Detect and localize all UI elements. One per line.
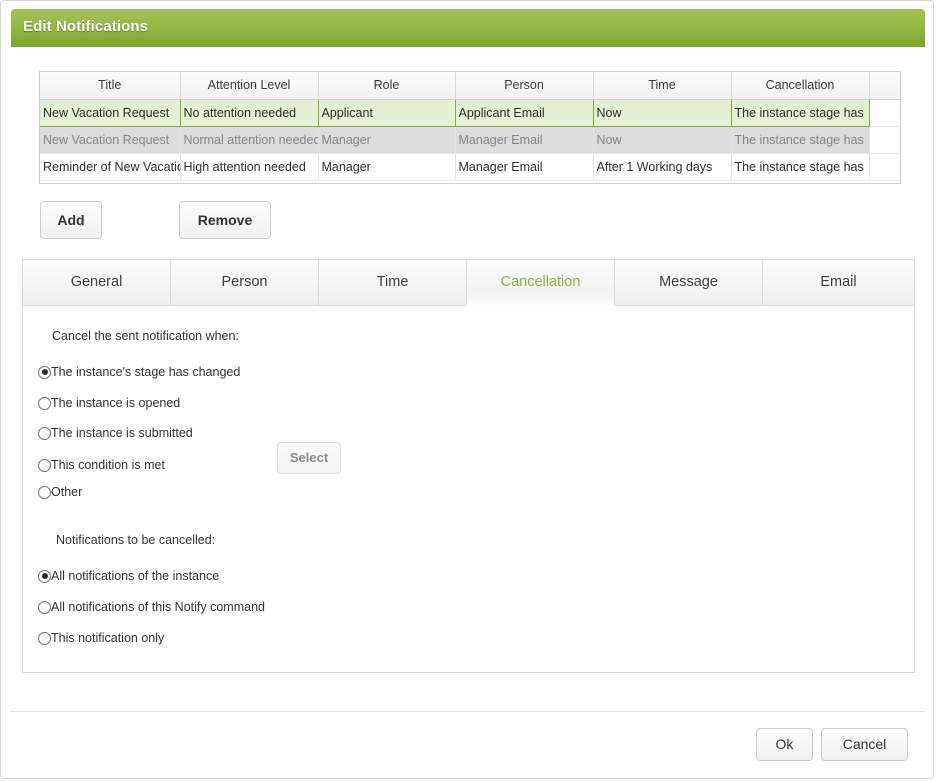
cell-attention-level[interactable]: No attention needed: [180, 98, 319, 127]
ok-button[interactable]: Ok: [756, 728, 813, 761]
radio-row-all-instance[interactable]: All notifications of the instance: [38, 569, 219, 583]
grid-header-row: Title Attention Level Role Person Time C…: [40, 72, 900, 100]
remove-button[interactable]: Remove: [179, 201, 271, 239]
add-button[interactable]: Add: [40, 201, 102, 239]
cell-time[interactable]: Now: [593, 126, 732, 154]
cell-role[interactable]: Manager: [318, 126, 456, 154]
grid-col-role[interactable]: Role: [318, 72, 456, 100]
cell-time[interactable]: After 1 Working days: [593, 153, 732, 181]
tab-general[interactable]: General: [22, 259, 171, 306]
grid-col-time[interactable]: Time: [593, 72, 732, 100]
cancel-button[interactable]: Cancel: [821, 728, 908, 761]
cancellation-panel: Cancel the sent notification when: The i…: [22, 305, 915, 673]
radio-this-notification-only[interactable]: [38, 631, 51, 645]
radio-label-other[interactable]: Other: [51, 485, 82, 499]
grid-col-cancellation[interactable]: Cancellation: [731, 72, 870, 100]
cell-blank: [869, 99, 900, 127]
cell-person[interactable]: Applicant Email: [455, 98, 594, 127]
radio-instance-submitted[interactable]: [38, 426, 51, 440]
radio-row-condition-met[interactable]: This condition is met: [38, 458, 165, 472]
cell-blank: [869, 153, 900, 181]
radio-label-instance-submitted[interactable]: The instance is submitted: [51, 426, 193, 440]
radio-row-instance-opened[interactable]: The instance is opened: [38, 396, 180, 410]
grid-col-person[interactable]: Person: [455, 72, 594, 100]
tab-time[interactable]: Time: [318, 259, 467, 306]
cell-title[interactable]: New Vacation Request: [40, 98, 181, 127]
tab-message[interactable]: Message: [614, 259, 763, 306]
grid-col-blank: [869, 72, 900, 100]
grid-col-title[interactable]: Title: [40, 72, 181, 100]
radio-condition-met[interactable]: [38, 458, 51, 472]
radio-label-stage-changed[interactable]: The instance's stage has changed: [51, 365, 240, 379]
grid-col-attention-level[interactable]: Attention Level: [180, 72, 319, 100]
radio-label-instance-opened[interactable]: The instance is opened: [51, 396, 180, 410]
cell-person[interactable]: Manager Email: [455, 126, 594, 154]
cell-cancellation[interactable]: The instance stage has: [731, 98, 870, 127]
tab-email[interactable]: Email: [762, 259, 915, 306]
radio-label-condition-met[interactable]: This condition is met: [51, 458, 165, 472]
dialog-title: Edit Notifications: [23, 18, 149, 35]
cell-attention-level[interactable]: High attention needed: [180, 153, 319, 181]
footer-divider: [10, 711, 925, 712]
table-row[interactable]: New Vacation Request No attention needed…: [40, 98, 900, 127]
cell-title[interactable]: Reminder of New Vacation: [40, 153, 181, 181]
radio-all-notifications-notify-command[interactable]: [38, 600, 51, 614]
radio-stage-changed[interactable]: [38, 365, 51, 379]
cell-blank: [869, 126, 900, 154]
radio-label-this-notification-only[interactable]: This notification only: [51, 631, 164, 645]
radio-row-instance-submitted[interactable]: The instance is submitted: [38, 426, 193, 440]
radio-all-notifications-instance[interactable]: [38, 569, 51, 583]
cell-cancellation[interactable]: The instance stage has: [731, 126, 870, 154]
notifications-grid[interactable]: Title Attention Level Role Person Time C…: [39, 71, 901, 184]
radio-row-all-notify-command[interactable]: All notifications of this Notify command: [38, 600, 265, 614]
radio-instance-opened[interactable]: [38, 396, 51, 410]
tab-cancellation[interactable]: Cancellation: [466, 259, 615, 306]
cell-role[interactable]: Manager: [318, 153, 456, 181]
edit-notifications-dialog: Edit Notifications Title Attention Level…: [0, 0, 934, 779]
cell-attention-level[interactable]: Normal attention needed: [180, 126, 319, 154]
cell-role[interactable]: Applicant: [318, 98, 456, 127]
cell-time[interactable]: Now: [593, 98, 732, 127]
radio-other[interactable]: [38, 485, 51, 499]
cell-person[interactable]: Manager Email: [455, 153, 594, 181]
radio-row-stage-changed[interactable]: The instance's stage has changed: [38, 365, 240, 379]
radio-label-all-notifications-instance[interactable]: All notifications of the instance: [51, 569, 219, 583]
notifications-to-cancel-label: Notifications to be cancelled:: [56, 533, 216, 547]
radio-row-other[interactable]: Other: [38, 485, 82, 499]
radio-row-this-notification-only[interactable]: This notification only: [38, 631, 164, 645]
dialog-titlebar: Edit Notifications: [11, 9, 925, 47]
tab-person[interactable]: Person: [170, 259, 319, 306]
cell-title[interactable]: New Vacation Request: [40, 126, 181, 154]
table-row[interactable]: Reminder of New Vacation High attention …: [40, 153, 900, 181]
cell-cancellation[interactable]: The instance stage has: [731, 153, 870, 181]
tab-bar: General Person Time Cancellation Message…: [22, 259, 915, 307]
cancel-when-label: Cancel the sent notification when:: [52, 329, 239, 343]
table-row[interactable]: New Vacation Request Normal attention ne…: [40, 126, 900, 154]
radio-label-all-notifications-notify-command[interactable]: All notifications of this Notify command: [51, 600, 265, 614]
select-button[interactable]: Select: [277, 442, 341, 474]
